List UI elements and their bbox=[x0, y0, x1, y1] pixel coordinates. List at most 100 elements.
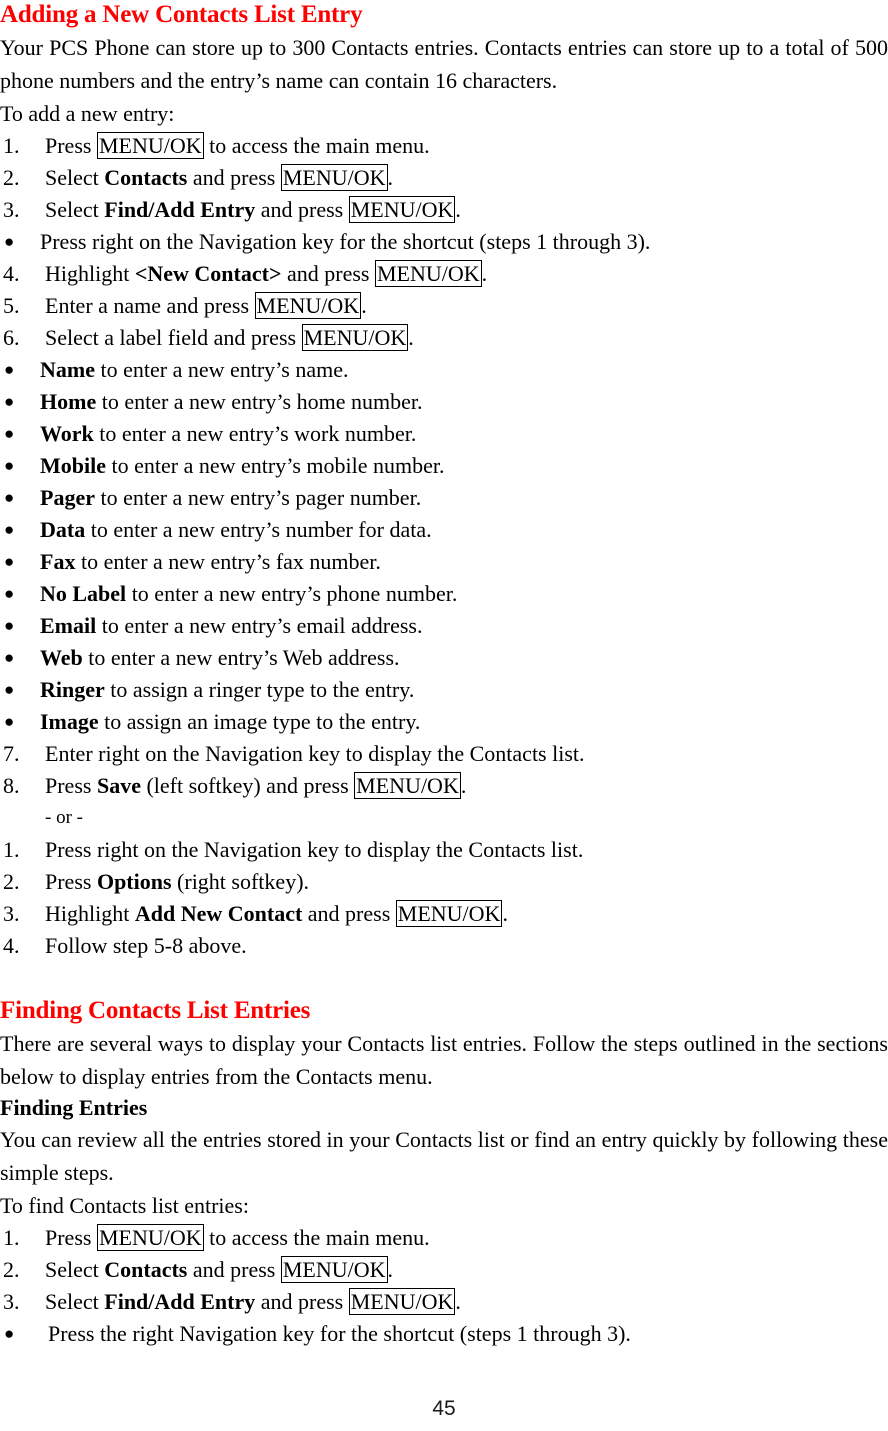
list-item-text: Pager to enter a new entry’s pager numbe… bbox=[40, 482, 888, 514]
text-run: to access the main menu. bbox=[203, 1225, 430, 1250]
list-item-step: ● Home to enter a new entry’s home number… bbox=[0, 386, 888, 418]
list-item-text: Press Options (right softkey). bbox=[45, 866, 888, 898]
emphasis-term: Image bbox=[40, 709, 99, 734]
list-item-bullet: ● Press right on the Navigation key for t… bbox=[0, 226, 888, 258]
emphasis-term: Mobile bbox=[40, 453, 106, 478]
key-label-menu-ok: MENU/OK bbox=[96, 132, 204, 159]
section1-intro-paragraph: Your PCS Phone can store up to 300 Conta… bbox=[0, 35, 888, 93]
list-item-step: ● Fax to enter a new entry’s fax number. bbox=[0, 546, 888, 578]
text-run: Highlight bbox=[45, 901, 135, 926]
list-item-text: Select Find/Add Entry and press MENU/OK. bbox=[45, 194, 888, 226]
list-item-step: 6. Select a label field and press MENU/OK… bbox=[0, 322, 888, 354]
emphasis-term: Web bbox=[40, 645, 83, 670]
list-item-step: 4. Highlight <New Contact> and press MENU… bbox=[0, 258, 888, 290]
text-run: Select bbox=[45, 165, 105, 190]
list-item-text: Work to enter a new entry’s work number. bbox=[40, 418, 888, 450]
list-item-step: 5. Enter a name and press MENU/OK. bbox=[0, 290, 888, 322]
key-label-menu-ok: MENU/OK bbox=[254, 292, 362, 319]
list-item-text: Web to enter a new entry’s Web address. bbox=[40, 642, 888, 674]
emphasis-term: <New Contact> bbox=[134, 261, 282, 286]
emphasis-term: Contacts bbox=[104, 165, 188, 190]
page-number: 45 bbox=[432, 1397, 456, 1420]
bullet-icon: ● bbox=[4, 392, 15, 411]
list-item-text: Image to assign an image type to the ent… bbox=[40, 706, 888, 738]
emphasis-term: Save bbox=[96, 773, 141, 798]
emphasis-term: Add New Contact bbox=[134, 901, 303, 926]
list-item-text: Highlight <New Contact> and press MENU/O… bbox=[45, 258, 888, 290]
list-item-text: No Label to enter a new entry’s phone nu… bbox=[40, 578, 888, 610]
list-item-step: ● Ringer to assign a ringer type to the e… bbox=[0, 674, 888, 706]
text-run: . bbox=[455, 1289, 461, 1314]
key-label-menu-ok: MENU/OK bbox=[354, 772, 461, 799]
list-item-text: Email to enter a new entry’s email addre… bbox=[40, 610, 888, 642]
step-number: 4. bbox=[3, 261, 20, 286]
list-item-step: 2. Press Options (right softkey). bbox=[0, 866, 888, 898]
list-item-step: 3. Select Find/Add Entry and press MENU/O… bbox=[0, 1286, 888, 1318]
list-item-text: Ringer to assign a ringer type to the en… bbox=[40, 674, 888, 706]
text-run: (right softkey). bbox=[171, 869, 310, 894]
text-run: . bbox=[387, 165, 394, 190]
bullet-icon: ● bbox=[4, 1324, 15, 1343]
list-item-step: 8. Press Save (left softkey) and press ME… bbox=[0, 770, 888, 802]
text-run: to enter a new entry’s pager number. bbox=[94, 485, 422, 510]
step-number: 7. bbox=[3, 741, 20, 766]
key-label-menu-ok: MENU/OK bbox=[374, 260, 482, 287]
section1-steps-tail-list: 7. Enter right on the Navigation key to d… bbox=[0, 738, 888, 802]
text-run: to assign a ringer type to the entry. bbox=[104, 677, 415, 702]
text-run: . bbox=[460, 773, 467, 798]
list-item-step: ● Data to enter a new entry’s number for … bbox=[0, 514, 888, 546]
emphasis-term: Email bbox=[40, 613, 97, 638]
text-run: and press bbox=[302, 901, 396, 926]
list-item-text: Follow step 5-8 above. bbox=[45, 930, 888, 962]
bullet-icon: ● bbox=[4, 584, 15, 603]
text-run: . bbox=[455, 197, 461, 222]
key-label-menu-ok: MENU/OK bbox=[348, 196, 456, 223]
bullet-icon: ● bbox=[4, 616, 15, 635]
bullet-icon: ● bbox=[4, 488, 15, 507]
text-run: . bbox=[408, 325, 414, 350]
list-item-text: Name to enter a new entry’s name. bbox=[40, 354, 888, 386]
list-item-step: 1. Press MENU/OK to access the main menu. bbox=[0, 130, 888, 162]
list-item-step: 7. Enter right on the Navigation key to d… bbox=[0, 738, 888, 770]
emphasis-term: Options bbox=[96, 869, 172, 894]
step-number: 1. bbox=[3, 133, 20, 158]
text-run: to access the main menu. bbox=[203, 133, 430, 158]
list-item-step: ● Web to enter a new entry’s Web address. bbox=[0, 642, 888, 674]
bullet-icon: ● bbox=[4, 360, 15, 379]
text-run: Press the right Navigation key for the s… bbox=[48, 1321, 631, 1346]
list-item-step: ● Email to enter a new entry’s email addr… bbox=[0, 610, 888, 642]
key-label-menu-ok: MENU/OK bbox=[280, 164, 388, 191]
text-run: to enter a new entry’s mobile number. bbox=[106, 453, 445, 478]
list-item-step: 3. Select Find/Add Entry and press MENU/O… bbox=[0, 194, 888, 226]
text-run: to enter a new entry’s home number. bbox=[96, 389, 423, 414]
text-run: to enter a new entry’s work number. bbox=[93, 421, 417, 446]
section1-steps-list: 1. Press MENU/OK to access the main menu.… bbox=[0, 130, 888, 354]
text-run: Press bbox=[45, 1225, 97, 1250]
emphasis-term: Find/Add Entry bbox=[104, 1289, 256, 1314]
list-item-step: ● Name to enter a new entry’s name. bbox=[0, 354, 888, 386]
emphasis-term: Find/Add Entry bbox=[104, 197, 256, 222]
list-item-step: 2. Select Contacts and press MENU/OK. bbox=[0, 162, 888, 194]
bullet-icon: ● bbox=[4, 680, 15, 699]
emphasis-term: Name bbox=[40, 357, 95, 382]
text-run: and press bbox=[187, 1257, 281, 1282]
text-run: Press right on the Navigation key to dis… bbox=[45, 837, 584, 862]
emphasis-term: Data bbox=[40, 517, 86, 542]
text-run: to assign an image type to the entry. bbox=[98, 709, 421, 734]
step-number: 3. bbox=[3, 1289, 20, 1314]
list-item-text: Select Contacts and press MENU/OK. bbox=[45, 162, 888, 194]
key-label-menu-ok: MENU/OK bbox=[96, 1224, 204, 1251]
bullet-icon: ● bbox=[4, 552, 15, 571]
list-item-step: 2. Select Contacts and press MENU/OK. bbox=[0, 1254, 888, 1286]
text-run: Press bbox=[45, 773, 97, 798]
bullet-icon: ● bbox=[4, 520, 15, 539]
list-item-text: Select Find/Add Entry and press MENU/OK. bbox=[45, 1286, 888, 1318]
list-item-text: Press right on the Navigation key for th… bbox=[40, 226, 888, 258]
list-item-bullet: ● Press the right Navigation key for the… bbox=[0, 1318, 888, 1350]
text-run: and press bbox=[187, 165, 281, 190]
section-heading-finding-entries: Finding Contacts List Entries bbox=[0, 997, 311, 1024]
list-item-step: ● No Label to enter a new entry’s phone n… bbox=[0, 578, 888, 610]
key-label-menu-ok: MENU/OK bbox=[280, 1256, 388, 1283]
list-item-text: Press Save (left softkey) and press MENU… bbox=[45, 770, 888, 802]
text-run: Press right on the Navigation key for th… bbox=[40, 229, 651, 254]
